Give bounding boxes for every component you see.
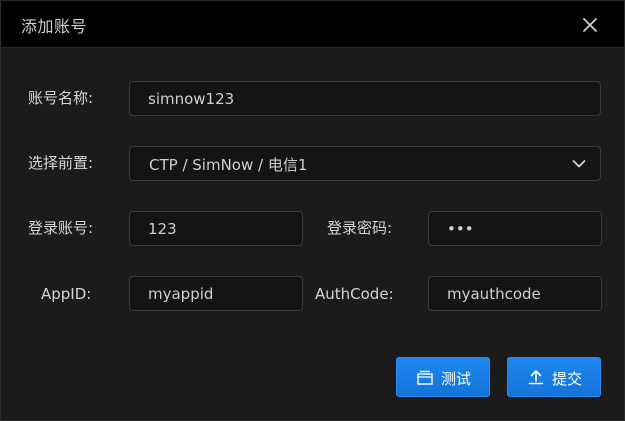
window-icon <box>417 370 433 385</box>
app-id-field[interactable] <box>129 276 303 311</box>
login-account-input[interactable] <box>130 212 302 245</box>
close-button[interactable] <box>577 12 603 38</box>
login-password-field[interactable] <box>428 211 602 246</box>
upload-icon <box>528 370 544 385</box>
chevron-down-icon <box>572 160 586 168</box>
add-account-dialog: 添加账号 账号名称: 选择前置: CTP / SimNow / 电信1 登录账号… <box>0 0 625 421</box>
auth-code-label: AuthCode: <box>315 285 394 303</box>
app-id-input[interactable] <box>130 277 302 310</box>
app-id-label: AppID: <box>41 285 92 303</box>
login-account-label: 登录账号: <box>28 219 94 237</box>
login-password-input[interactable] <box>429 212 601 245</box>
frontend-label: 选择前置: <box>28 154 94 172</box>
dialog-titlebar: 添加账号 <box>1 1 624 48</box>
test-button[interactable]: 测试 <box>396 357 490 397</box>
account-name-label: 账号名称: <box>28 89 94 107</box>
submit-button[interactable]: 提交 <box>507 357 601 397</box>
account-name-input[interactable] <box>130 82 600 115</box>
dialog-title: 添加账号 <box>21 17 88 36</box>
frontend-select[interactable]: CTP / SimNow / 电信1 <box>129 146 601 181</box>
account-name-field[interactable] <box>129 81 601 116</box>
close-icon <box>583 18 597 32</box>
auth-code-field[interactable] <box>428 276 602 311</box>
auth-code-input[interactable] <box>429 277 601 310</box>
test-button-label: 测试 <box>441 370 472 388</box>
login-account-field[interactable] <box>129 211 303 246</box>
submit-button-label: 提交 <box>552 370 583 388</box>
login-password-label: 登录密码: <box>327 219 393 237</box>
frontend-selected-value: CTP / SimNow / 电信1 <box>149 156 308 174</box>
